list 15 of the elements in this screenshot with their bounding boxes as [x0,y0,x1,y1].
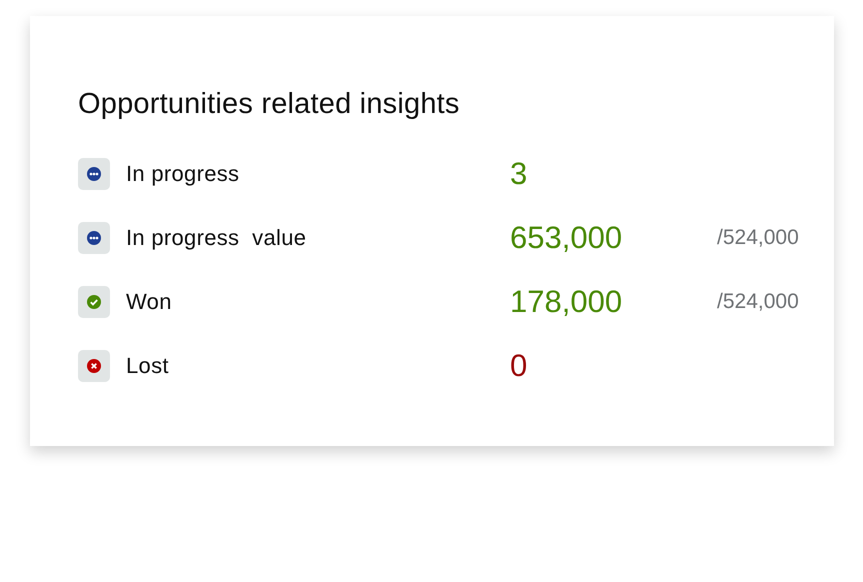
insight-label: In progress value [126,225,308,251]
insight-label: Lost [126,353,170,379]
insight-value: 653,000 [510,220,624,256]
more-dots-icon [78,222,110,254]
close-icon [78,350,110,382]
insight-target: /524,000 [717,290,799,314]
insight-label: In progress [126,161,240,187]
insight-value: 3 [510,156,528,192]
check-icon [78,286,110,318]
insight-target: /524,000 [717,226,799,250]
more-dots-icon [78,158,110,190]
card-title: Opportunities related insights [78,87,461,122]
insight-value: 0 [510,348,528,384]
insight-value: 178,000 [510,284,624,320]
insight-label: Won [126,289,173,315]
